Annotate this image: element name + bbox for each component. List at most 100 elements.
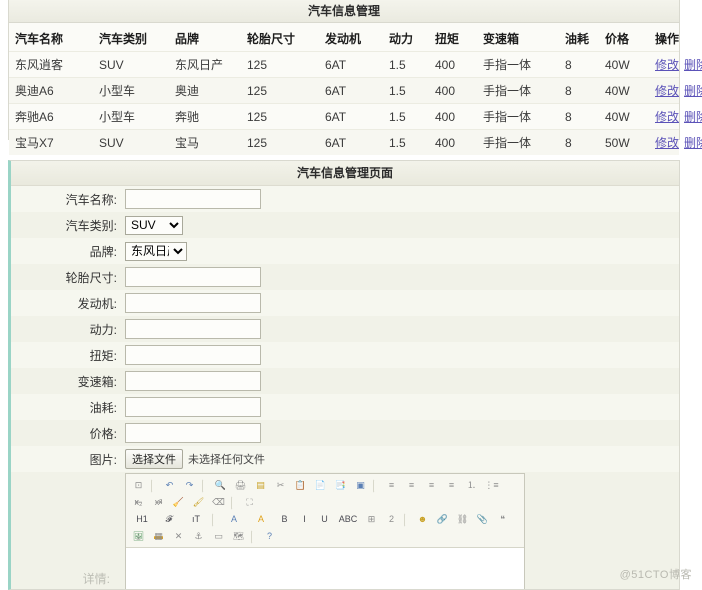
emoticon-icon[interactable]: ☻ (413, 511, 432, 528)
label-brand: 品牌: (89, 244, 117, 259)
about-icon[interactable]: ? (260, 528, 279, 545)
delete-link[interactable]: 删除 (684, 110, 702, 124)
cell-brand: 奥迪 (169, 77, 241, 104)
cell-name: 东风逍客 (9, 51, 93, 78)
cell-operation: 修改删除 (649, 51, 702, 78)
separator (231, 495, 238, 510)
preview-icon[interactable]: 🔍 (211, 477, 230, 494)
quote-icon[interactable]: ❝ (493, 511, 512, 528)
eraser-icon[interactable]: 2 (382, 511, 401, 528)
label-engine: 发动机: (77, 296, 117, 311)
price-input[interactable] (125, 423, 261, 443)
cell-category: SUV (93, 129, 169, 155)
align-left-icon[interactable]: ≡ (382, 477, 401, 494)
table-icon[interactable]: ⊞ (362, 511, 381, 528)
paste-word-icon[interactable]: 📑 (331, 477, 350, 494)
form-row-tire: 轮胎尺寸: (11, 264, 679, 290)
rich-text-editor[interactable]: ⊡ ↶ ↷ 🔍 🖨 ▤ ✂ 📋 📄 📑 ▣ ≡ ≡ ≡ ≡ ⒈ ⋮≡ ⇤ ⇥ x₂ x² 🧹 🖌 ⌫ ⛶ H1 𝓕ıT A A B I U… (125, 473, 525, 589)
font-size-icon[interactable]: ıT (183, 511, 209, 528)
table-row: 东风逍客 SUV 东风日产 125 6AT 1.5 400 手指一体 8 40W… (9, 51, 702, 78)
italic-icon[interactable]: I (295, 511, 314, 528)
undo-icon[interactable]: ↶ (160, 477, 179, 494)
cell-price: 40W (599, 51, 649, 78)
editor-toolbar-row-3: H1 𝓕ıT A A B I U ABC ⊞ 2 ☻ 🔗 ⛓ 📎 ❝ ⤓ ▬ (129, 511, 521, 541)
cell-operation: 修改删除 (649, 77, 702, 104)
edit-link[interactable]: 修改 (655, 84, 679, 98)
column-header-category: 汽车类别 (99, 32, 148, 46)
form-panel-title: 汽车信息管理页面 (11, 161, 679, 186)
engine-input[interactable] (125, 293, 261, 313)
delete-link[interactable]: 删除 (684, 58, 702, 72)
delete-link[interactable]: 删除 (684, 84, 702, 98)
print-icon[interactable]: 🖨 (231, 477, 250, 494)
fuel-input[interactable] (125, 397, 261, 417)
label-detail-cutoff: 详情: (82, 572, 110, 586)
cut-icon[interactable]: ✂ (271, 477, 290, 494)
unlink-icon[interactable]: ⛓ (453, 511, 472, 528)
remove-format-icon[interactable]: ⌫ (209, 494, 228, 511)
align-right-icon[interactable]: ≡ (422, 477, 441, 494)
cell-power: 1.5 (383, 129, 429, 155)
subscript-icon[interactable]: x₂ (129, 494, 148, 511)
transmission-input[interactable] (125, 371, 261, 391)
unordered-list-icon[interactable]: ⋮≡ (482, 477, 501, 494)
flash-icon[interactable]: ✕ (169, 528, 188, 545)
power-input[interactable] (125, 319, 261, 339)
highlight-color-icon[interactable]: A (248, 511, 274, 528)
separator (212, 512, 219, 527)
cell-engine: 6AT (319, 129, 383, 155)
heading-icon[interactable]: H1 (129, 511, 155, 528)
watermark: @51CTO博客 (619, 569, 692, 581)
select-all-icon[interactable]: ▣ (351, 477, 370, 494)
font-family-icon[interactable]: 𝓕 (156, 511, 182, 528)
superscript-icon[interactable]: x² (149, 494, 168, 511)
label-power: 动力: (89, 322, 117, 337)
map-icon[interactable]: 🗺 (229, 528, 248, 545)
paste-icon[interactable]: 📋 (291, 477, 310, 494)
multi-image-icon[interactable]: ▦ (149, 528, 168, 545)
fullscreen-icon[interactable]: ⛶ (240, 494, 259, 511)
align-justify-icon[interactable]: ≡ (442, 477, 461, 494)
edit-link[interactable]: 修改 (655, 136, 679, 150)
label-image: 图片: (89, 452, 117, 467)
source-code-icon[interactable]: ⊡ (129, 477, 148, 494)
cell-torque: 400 (429, 129, 477, 155)
cell-power: 1.5 (383, 77, 429, 104)
image-icon[interactable]: 🖼 (129, 528, 148, 545)
font-color-icon[interactable]: A (221, 511, 247, 528)
edit-link[interactable]: 修改 (655, 58, 679, 72)
tire-input[interactable] (125, 267, 261, 287)
editor-content-area[interactable] (126, 548, 524, 589)
cell-price: 40W (599, 103, 649, 130)
media-icon[interactable]: ▭ (209, 528, 228, 545)
link-icon[interactable]: 🔗 (433, 511, 452, 528)
anchor-icon[interactable]: ⚓ (189, 528, 208, 545)
redo-icon[interactable]: ↷ (180, 477, 199, 494)
strikethrough-icon[interactable]: ABC (335, 511, 361, 528)
cell-transmission: 手指一体 (477, 103, 559, 130)
cell-name: 宝马X7 (9, 129, 93, 155)
align-center-icon[interactable]: ≡ (402, 477, 421, 494)
cell-fuel: 8 (559, 51, 599, 78)
name-input[interactable] (125, 189, 261, 209)
choose-file-button[interactable]: 选择文件 (125, 449, 183, 469)
bold-icon[interactable]: B (275, 511, 294, 528)
brand-select[interactable]: 东风日产 奥迪 奔驰 宝马 (125, 241, 187, 261)
clear-format-icon[interactable]: 🧹 (169, 494, 188, 511)
delete-link[interactable]: 删除 (684, 136, 702, 150)
column-header-tire: 轮胎尺寸 (247, 32, 296, 46)
list-panel-title: 汽车信息管理 (9, 0, 679, 23)
category-select[interactable]: SUV 小型车 (125, 215, 183, 235)
paste-text-icon[interactable]: 📄 (311, 477, 330, 494)
column-header-engine: 发动机 (325, 32, 362, 46)
label-transmission: 变速箱: (77, 374, 117, 389)
underline-icon[interactable]: U (315, 511, 334, 528)
torque-input[interactable] (125, 345, 261, 365)
format-painter-icon[interactable]: 🖌 (189, 494, 208, 511)
edit-link[interactable]: 修改 (655, 110, 679, 124)
ordered-list-icon[interactable]: ⒈ (462, 477, 481, 494)
template-icon[interactable]: ▤ (251, 477, 270, 494)
cell-engine: 6AT (319, 103, 383, 130)
label-fuel: 油耗: (89, 400, 117, 415)
attachment-icon[interactable]: 📎 (473, 511, 492, 528)
